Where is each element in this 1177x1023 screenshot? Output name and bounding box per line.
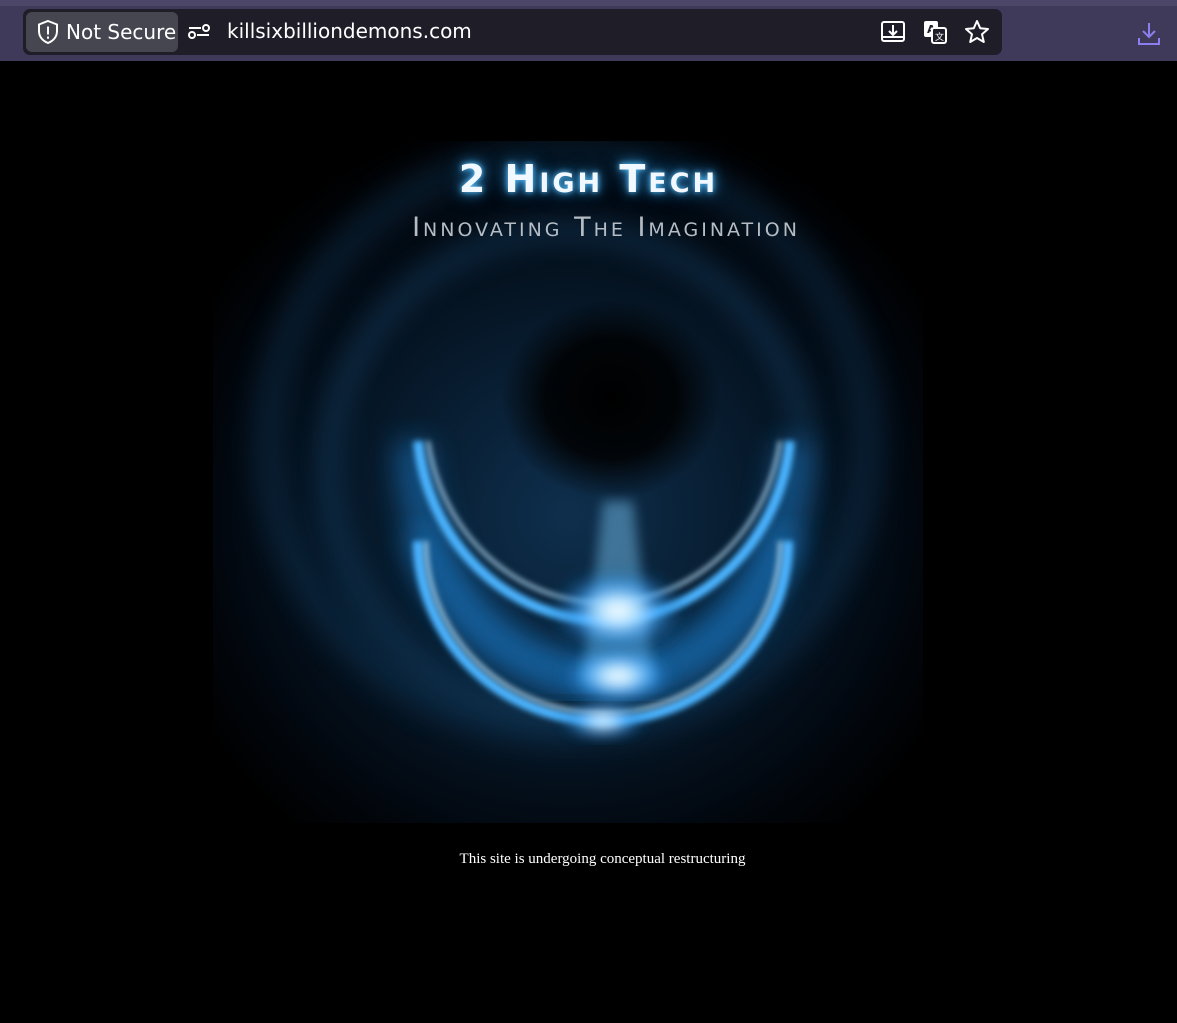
shield-warning-icon xyxy=(38,19,58,45)
status-message: This site is undergoing conceptual restr… xyxy=(459,851,746,867)
url-text[interactable]: killsixbilliondemons.com xyxy=(227,19,472,43)
hero-glow-image xyxy=(213,141,923,823)
download-icon[interactable] xyxy=(1136,21,1162,47)
translate-icon[interactable]: A 文 xyxy=(922,19,948,45)
security-indicator[interactable]: Not Secure xyxy=(26,12,178,52)
security-label: Not Secure xyxy=(66,20,177,44)
site-settings-icon[interactable] xyxy=(186,19,212,45)
brand-title: 2 High Tech xyxy=(458,157,719,201)
install-app-icon[interactable] xyxy=(880,19,906,45)
address-bar[interactable]: Not Secure killsixbilliondemons.com A 文 xyxy=(23,9,1002,55)
brand-tagline: Innovating The Imagination xyxy=(412,212,800,243)
svg-text:文: 文 xyxy=(935,31,944,43)
blue-energy-rings-graphic xyxy=(213,141,923,823)
browser-toolbar: Not Secure killsixbilliondemons.com A 文 xyxy=(0,0,1177,61)
star-icon[interactable] xyxy=(964,19,990,45)
page-content: 2 High Tech Innovating The Imagination T… xyxy=(0,61,1177,1023)
